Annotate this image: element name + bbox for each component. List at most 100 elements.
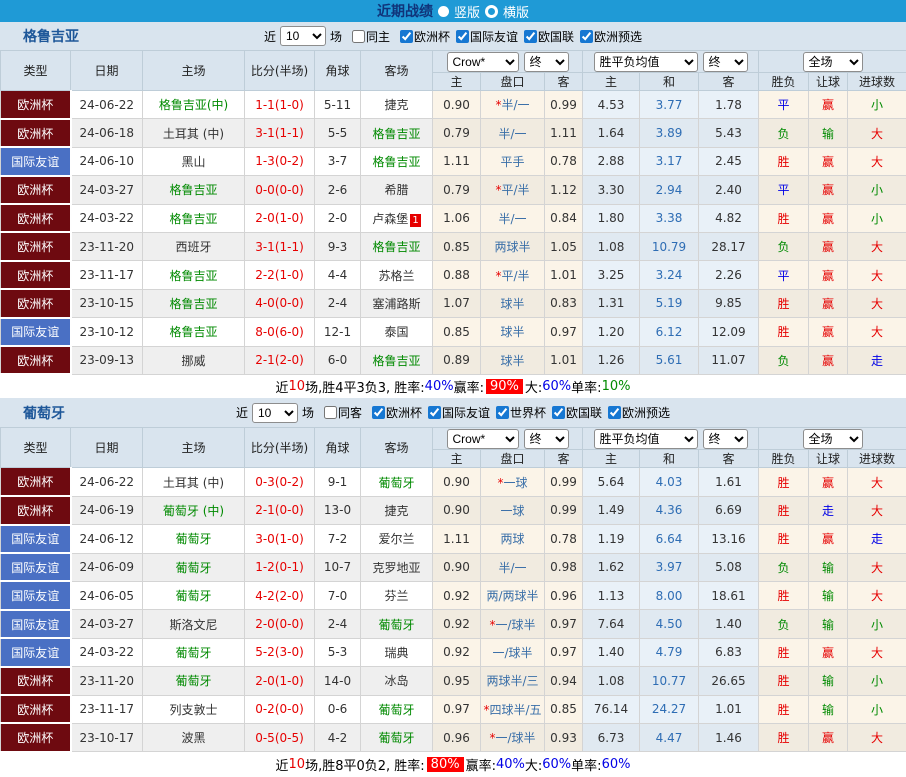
league-filter[interactable]: 欧国联 bbox=[524, 28, 574, 45]
horizontal-mode-radio[interactable] bbox=[485, 5, 498, 18]
home-odds-cell: 0.90 bbox=[433, 468, 481, 496]
same-venue-filter[interactable]: 同主 bbox=[352, 28, 390, 45]
date-cell: 24-06-05 bbox=[71, 581, 143, 609]
col-odds-home: 主 bbox=[433, 450, 481, 468]
league-filter[interactable]: 欧洲杯 bbox=[372, 404, 422, 421]
match-type-cell: 国际友谊 bbox=[1, 581, 71, 609]
col-handicap: 盘口 bbox=[481, 450, 545, 468]
home-odds-cell: 0.79 bbox=[433, 119, 481, 147]
match-scope-select[interactable]: 全场 bbox=[803, 52, 863, 72]
horizontal-mode-label[interactable]: 横版 bbox=[503, 2, 529, 21]
avg-draw-cell: 3.24 bbox=[640, 261, 699, 289]
col-away: 客场 bbox=[361, 428, 433, 468]
league-filter[interactable]: 欧国联 bbox=[552, 404, 602, 421]
home-odds-cell: 0.95 bbox=[433, 667, 481, 695]
result-cell: 负 bbox=[759, 610, 809, 638]
league-checkbox[interactable] bbox=[372, 406, 385, 419]
vertical-mode-radio[interactable] bbox=[438, 6, 449, 17]
handicap-result-cell: 赢 bbox=[809, 147, 848, 175]
match-row: 国际友谊24-06-12葡萄牙3-0(1-0)7-2爱尔兰1.11两球0.781… bbox=[1, 525, 906, 553]
handicap-cell: *平/半 bbox=[481, 176, 545, 204]
team-name: 格鲁吉亚 bbox=[23, 26, 79, 46]
away-odds-cell: 1.01 bbox=[545, 346, 583, 374]
odds-company-select[interactable]: Crow* bbox=[447, 52, 519, 72]
match-row: 国际友谊24-06-10黑山1-3(0-2)3-7格鲁吉亚1.11平手0.782… bbox=[1, 147, 906, 175]
league-filter[interactable]: 世界杯 bbox=[496, 404, 546, 421]
avg-odds-select[interactable]: 胜平负均值 bbox=[594, 429, 698, 449]
league-checkbox[interactable] bbox=[552, 406, 565, 419]
avg-odds-select[interactable]: 胜平负均值 bbox=[594, 52, 698, 72]
league-filter[interactable]: 欧洲预选 bbox=[608, 404, 670, 421]
corner-cell: 9-1 bbox=[315, 468, 361, 496]
league-checkbox[interactable] bbox=[428, 406, 441, 419]
home-team-cell: 葡萄牙 bbox=[143, 581, 245, 609]
odds-company-select[interactable]: Crow* bbox=[447, 429, 519, 449]
avg-win-cell: 6.73 bbox=[583, 723, 640, 751]
recent-count-select[interactable]: 10 bbox=[252, 403, 298, 423]
match-type-cell: 欧洲杯 bbox=[1, 204, 71, 232]
scope-header: 全场 bbox=[759, 51, 906, 73]
team-label: 挪威 bbox=[181, 354, 205, 368]
recent-count-select[interactable]: 10 bbox=[280, 26, 326, 46]
date-cell: 24-03-22 bbox=[71, 638, 143, 666]
league-checkbox[interactable] bbox=[524, 30, 537, 43]
final-odds-select[interactable]: 终 bbox=[524, 52, 569, 72]
league-checkbox[interactable] bbox=[580, 30, 593, 43]
home-odds-cell: 0.96 bbox=[433, 723, 481, 751]
score-cell: 0-2(0-0) bbox=[245, 695, 315, 723]
avg-win-cell: 1.64 bbox=[583, 119, 640, 147]
match-row: 欧洲杯24-06-22土耳其 (中)0-3(0-2)9-1葡萄牙0.90*一球0… bbox=[1, 468, 906, 496]
league-filter[interactable]: 国际友谊 bbox=[428, 404, 490, 421]
league-checkbox[interactable] bbox=[456, 30, 469, 43]
goals-result-cell: 小 bbox=[848, 695, 906, 723]
away-odds-cell: 0.85 bbox=[545, 695, 583, 723]
red-card-badge: 1 bbox=[410, 214, 420, 227]
match-row: 欧洲杯23-09-13挪威2-1(2-0)6-0格鲁吉亚0.89球半1.011.… bbox=[1, 346, 906, 374]
col-avg-win: 主 bbox=[583, 450, 640, 468]
same-venue-filter[interactable]: 同客 bbox=[324, 404, 362, 421]
summary-segment: 90% bbox=[486, 379, 523, 394]
final-odds-select[interactable]: 终 bbox=[524, 429, 569, 449]
avg-draw-cell: 5.61 bbox=[640, 346, 699, 374]
same-venue-checkbox[interactable] bbox=[324, 406, 337, 419]
avg-draw-cell: 4.03 bbox=[640, 468, 699, 496]
league-filter[interactable]: 欧洲杯 bbox=[400, 28, 450, 45]
avg-draw-cell: 4.36 bbox=[640, 496, 699, 524]
handicap-cell: *平/半 bbox=[481, 261, 545, 289]
team-label: 葡萄牙 bbox=[175, 674, 211, 688]
goals-result-cell: 大 bbox=[848, 289, 906, 317]
recent-label: 近 bbox=[236, 404, 248, 421]
date-cell: 24-03-27 bbox=[71, 176, 143, 204]
league-label: 国际友谊 bbox=[470, 28, 518, 45]
team-label: 葡萄牙 bbox=[378, 476, 414, 490]
result-cell: 平 bbox=[759, 91, 809, 119]
avg-lose-cell: 4.82 bbox=[699, 204, 759, 232]
col-avg-win: 主 bbox=[583, 73, 640, 91]
same-venue-checkbox[interactable] bbox=[352, 30, 365, 43]
vertical-mode-label[interactable]: 竖版 bbox=[454, 2, 480, 21]
avg-lose-cell: 2.40 bbox=[699, 176, 759, 204]
away-odds-cell: 0.97 bbox=[545, 318, 583, 346]
final-avg-select[interactable]: 终 bbox=[703, 429, 748, 449]
date-cell: 23-10-12 bbox=[71, 318, 143, 346]
avg-lose-cell: 1.61 bbox=[699, 468, 759, 496]
final-avg-select[interactable]: 终 bbox=[703, 52, 748, 72]
league-filter[interactable]: 欧洲预选 bbox=[580, 28, 642, 45]
handicap-result-cell: 输 bbox=[809, 553, 848, 581]
corner-cell: 7-0 bbox=[315, 581, 361, 609]
away-team-cell: 芬兰 bbox=[361, 581, 433, 609]
handicap-result-cell: 赢 bbox=[809, 289, 848, 317]
summary-segment: 赢率: bbox=[454, 377, 484, 396]
handicap-cell: 半/一 bbox=[481, 119, 545, 147]
match-scope-select[interactable]: 全场 bbox=[803, 429, 863, 449]
league-filter[interactable]: 国际友谊 bbox=[456, 28, 518, 45]
league-checkbox[interactable] bbox=[608, 406, 621, 419]
league-checkbox[interactable] bbox=[400, 30, 413, 43]
match-row: 欧洲杯23-11-17列支敦士0-2(0-0)0-6葡萄牙0.97*四球半/五0… bbox=[1, 695, 906, 723]
avg-draw-cell: 10.77 bbox=[640, 667, 699, 695]
goals-result-cell: 大 bbox=[848, 468, 906, 496]
team-label: 葡萄牙 bbox=[175, 532, 211, 546]
match-type-cell: 欧洲杯 bbox=[1, 468, 71, 496]
team-label: 克罗地亚 bbox=[372, 561, 420, 575]
league-checkbox[interactable] bbox=[496, 406, 509, 419]
